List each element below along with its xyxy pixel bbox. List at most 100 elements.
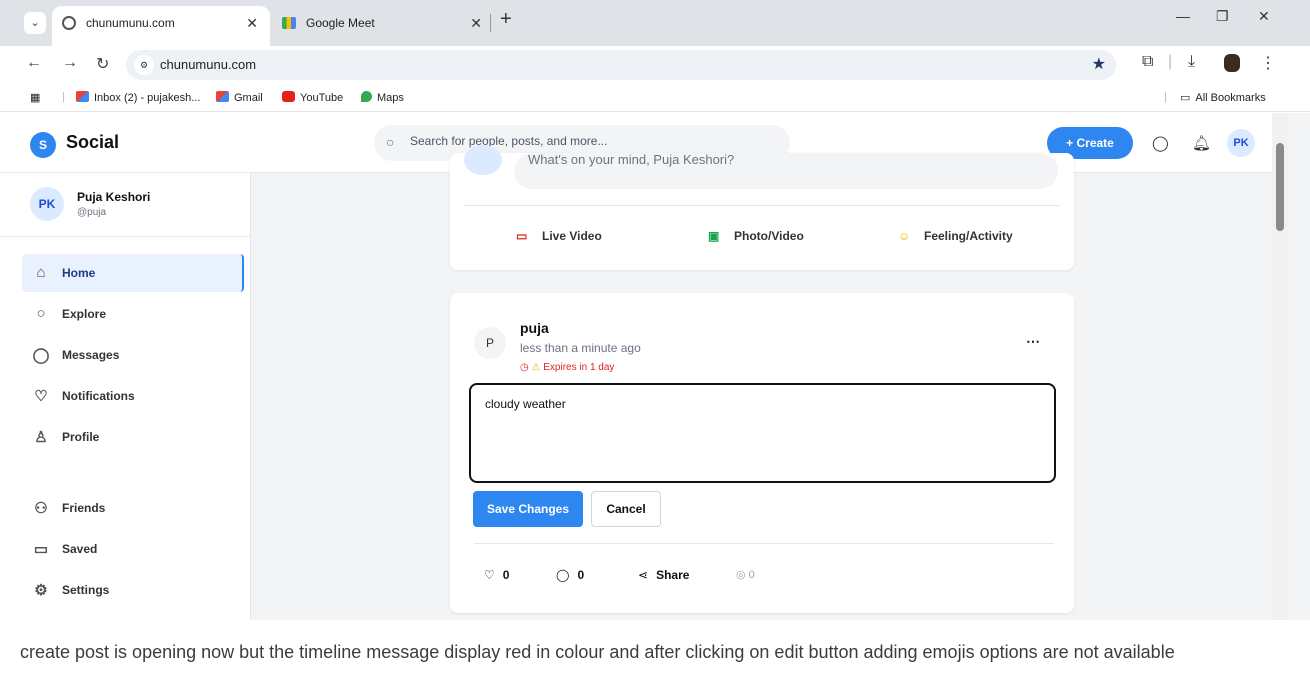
live-video-button[interactable]: ▭ Live Video [516,229,602,243]
tab-chunumunu[interactable]: chunumunu.com ✕ [52,6,270,46]
post-time: less than a minute ago [520,341,641,355]
user-avatar[interactable]: PK [1227,129,1255,157]
bookmark-separator: | [62,91,65,103]
clock-icon: ◷ [520,362,529,373]
folder-icon: ▭ [1180,92,1191,104]
sidebar-item-profile[interactable]: ♙ Profile [22,418,244,456]
user-icon: ♙ [34,429,48,446]
bookmark-icon: ▭ [33,541,49,558]
logo-icon[interactable]: S [30,132,56,158]
cancel-button[interactable]: Cancel [591,491,661,527]
avatar[interactable]: P [474,327,506,359]
heart-icon: ♡ [34,388,48,405]
smile-icon: ☺ [898,229,911,243]
minimize-icon[interactable]: — [1176,8,1190,24]
tab-search-button[interactable]: ⌄ [24,12,46,34]
search-icon: ○ [386,134,395,150]
composer-card: What's on your mind, Puja Keshori? ▭ Live… [450,145,1074,270]
post-author[interactable]: puja [520,320,549,336]
photo-video-button[interactable]: ▣ Photo/Video [708,229,804,243]
sidebar-item-settings[interactable]: ⚙ Settings [22,571,244,609]
video-icon: ▭ [516,229,528,243]
bookmarks-bar: ▦ | Inbox (2) - pujakesh... Gmail YouTub… [0,84,1310,112]
profile-avatar[interactable] [1224,54,1240,72]
tab-separator [490,14,491,32]
site-info-icon[interactable]: ⚙ [134,55,154,75]
bell-icon[interactable]: 🔔︎ [1192,134,1211,152]
like-button[interactable]: ♡ 0 [484,568,509,582]
close-tab-icon[interactable]: ✕ [246,6,258,40]
page-scrollbar[interactable] [1272,113,1288,620]
warning-icon: ⚠ [531,362,541,373]
extensions-icon[interactable]: ⧉ [1142,53,1153,71]
sidebar-item-explore[interactable]: ○ Explore [22,295,244,333]
scrollbar-thumb[interactable] [1276,143,1284,231]
apps-icon[interactable]: ▦ [30,91,40,104]
new-tab-button[interactable]: + [500,8,512,31]
forward-icon[interactable]: → [62,54,78,72]
bookmark-gmail[interactable]: Gmail [216,91,263,104]
eye-icon: ◎ [736,569,746,581]
close-tab-icon[interactable]: ✕ [470,6,482,40]
sidebar-item-saved[interactable]: ▭ Saved [22,530,244,568]
edit-post-textarea[interactable]: cloudy weather [469,383,1056,483]
sidebar-divider [0,236,250,237]
close-window-icon[interactable]: ✕ [1258,8,1270,25]
composer-input[interactable]: What's on your mind, Puja Keshori? [514,153,1058,189]
gmail-icon [76,91,89,102]
feeling-activity-button[interactable]: ☺ Feeling/Activity [898,229,1013,243]
user-handle: @puja [77,207,107,218]
user-name: Puja Keshori [77,190,151,204]
post-card: P puja less than a minute ago ◷ ⚠ Expire… [450,293,1074,613]
social-app: S Social ○ + Create ◯ 🔔︎ PK PK Puja Kesh… [0,113,1310,620]
image-icon: ▣ [708,229,720,243]
sidebar-item-friends[interactable]: ⚇ Friends [22,489,244,527]
bookmark-youtube[interactable]: YouTube [282,91,343,104]
more-options-button[interactable]: ⋯ [1026,333,1040,350]
comment-button[interactable]: ◯ 0 [556,568,584,582]
address-bar[interactable]: ⚙ chunumunu.com ★ [126,50,1116,80]
maps-icon [361,91,372,102]
bookmark-inbox[interactable]: Inbox (2) - pujakesh... [76,91,200,104]
share-icon: ⋖ [638,568,649,582]
tab-google-meet[interactable]: Google Meet ✕ [272,6,494,46]
app-name[interactable]: Social [66,132,119,153]
share-button[interactable]: ⋖ Share [638,568,689,582]
feed: What's on your mind, Puja Keshori? ▭ Live… [251,145,1272,620]
all-bookmarks[interactable]: ▭ All Bookmarks [1180,91,1266,104]
view-count: ◎ 0 [736,569,755,581]
tab-label: Google Meet [306,16,375,30]
menu-icon[interactable]: ⋮ [1260,53,1276,73]
home-icon: ⌂ [36,264,46,281]
download-icon[interactable]: ⤓ [1188,53,1195,71]
message-icon: ◯ [32,347,50,364]
avatar: PK [30,187,64,221]
globe-icon [62,16,76,30]
gmail-icon [216,91,229,102]
youtube-icon [282,91,295,102]
sidebar-item-home[interactable]: ⌂ Home [22,254,244,292]
sidebar-item-messages[interactable]: ◯ Messages [22,336,244,374]
bookmark-separator: | [1164,91,1167,103]
message-icon[interactable]: ◯ [1152,134,1169,152]
bookmark-star-icon[interactable]: ★ [1092,54,1106,74]
avatar [464,145,502,175]
save-changes-button[interactable]: Save Changes [473,491,583,527]
browser-tab-bar: ⌄ chunumunu.com ✕ Google Meet ✕ + — ❐ ✕ [0,0,1310,46]
sidebar: PK Puja Keshori @puja ⌂ Home ○ Explore ◯ Me… [0,173,251,620]
restore-icon[interactable]: ❐ [1216,8,1229,25]
url-text: chunumunu.com [160,57,257,72]
back-icon[interactable]: ← [26,54,42,72]
reload-icon[interactable]: ↻ [96,54,109,74]
comment-icon: ◯ [556,568,570,582]
search-input[interactable] [410,134,770,148]
divider [474,543,1054,544]
toolbar-separator: | [1168,53,1173,70]
bookmark-maps[interactable]: Maps [361,91,404,104]
friends-icon: ⚇ [34,500,48,517]
caption-text: create post is opening now but the timel… [20,642,1175,662]
google-meet-icon [282,17,296,29]
search-icon: ○ [36,305,46,322]
sidebar-item-notifications[interactable]: ♡ Notifications [22,377,244,415]
expiry-badge: ◷ ⚠ Expires in 1 day [520,362,615,373]
